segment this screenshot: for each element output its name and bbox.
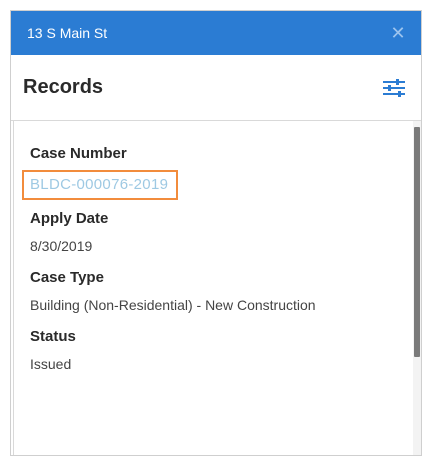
status-value: Issued — [30, 356, 72, 372]
case-type-label: Case Type — [30, 269, 104, 286]
case-type-value: Building (Non-Residential) - New Constru… — [30, 297, 316, 313]
sliders-icon[interactable] — [381, 77, 407, 99]
case-number-highlight: BLDC-000076-2019 — [22, 170, 179, 200]
records-list[interactable]: Case Number BLDC-000076-2019 Apply Date … — [13, 121, 421, 455]
section-heading: Records — [23, 76, 104, 98]
case-number-label: Case Number — [30, 145, 127, 162]
apply-date-label: Apply Date — [30, 210, 109, 227]
records-panel: 13 S Main St ✕ Records Case Number BLDC-… — [10, 10, 422, 456]
close-icon[interactable]: ✕ — [387, 22, 409, 44]
case-number-link[interactable]: BLDC-000076-2019 — [30, 176, 168, 193]
scrollbar-thumb[interactable] — [414, 127, 420, 357]
record-item: Case Number BLDC-000076-2019 Apply Date … — [14, 121, 421, 375]
sliders-icon-graphic — [383, 78, 405, 97]
panel-titlebar: 13 S Main St ✕ — [11, 11, 421, 55]
scrollbar[interactable] — [413, 121, 421, 455]
records-header: Records — [11, 55, 421, 121]
apply-date-value: 8/30/2019 — [30, 238, 93, 254]
status-label: Status — [30, 328, 76, 345]
panel-title: 13 S Main St — [27, 25, 108, 41]
